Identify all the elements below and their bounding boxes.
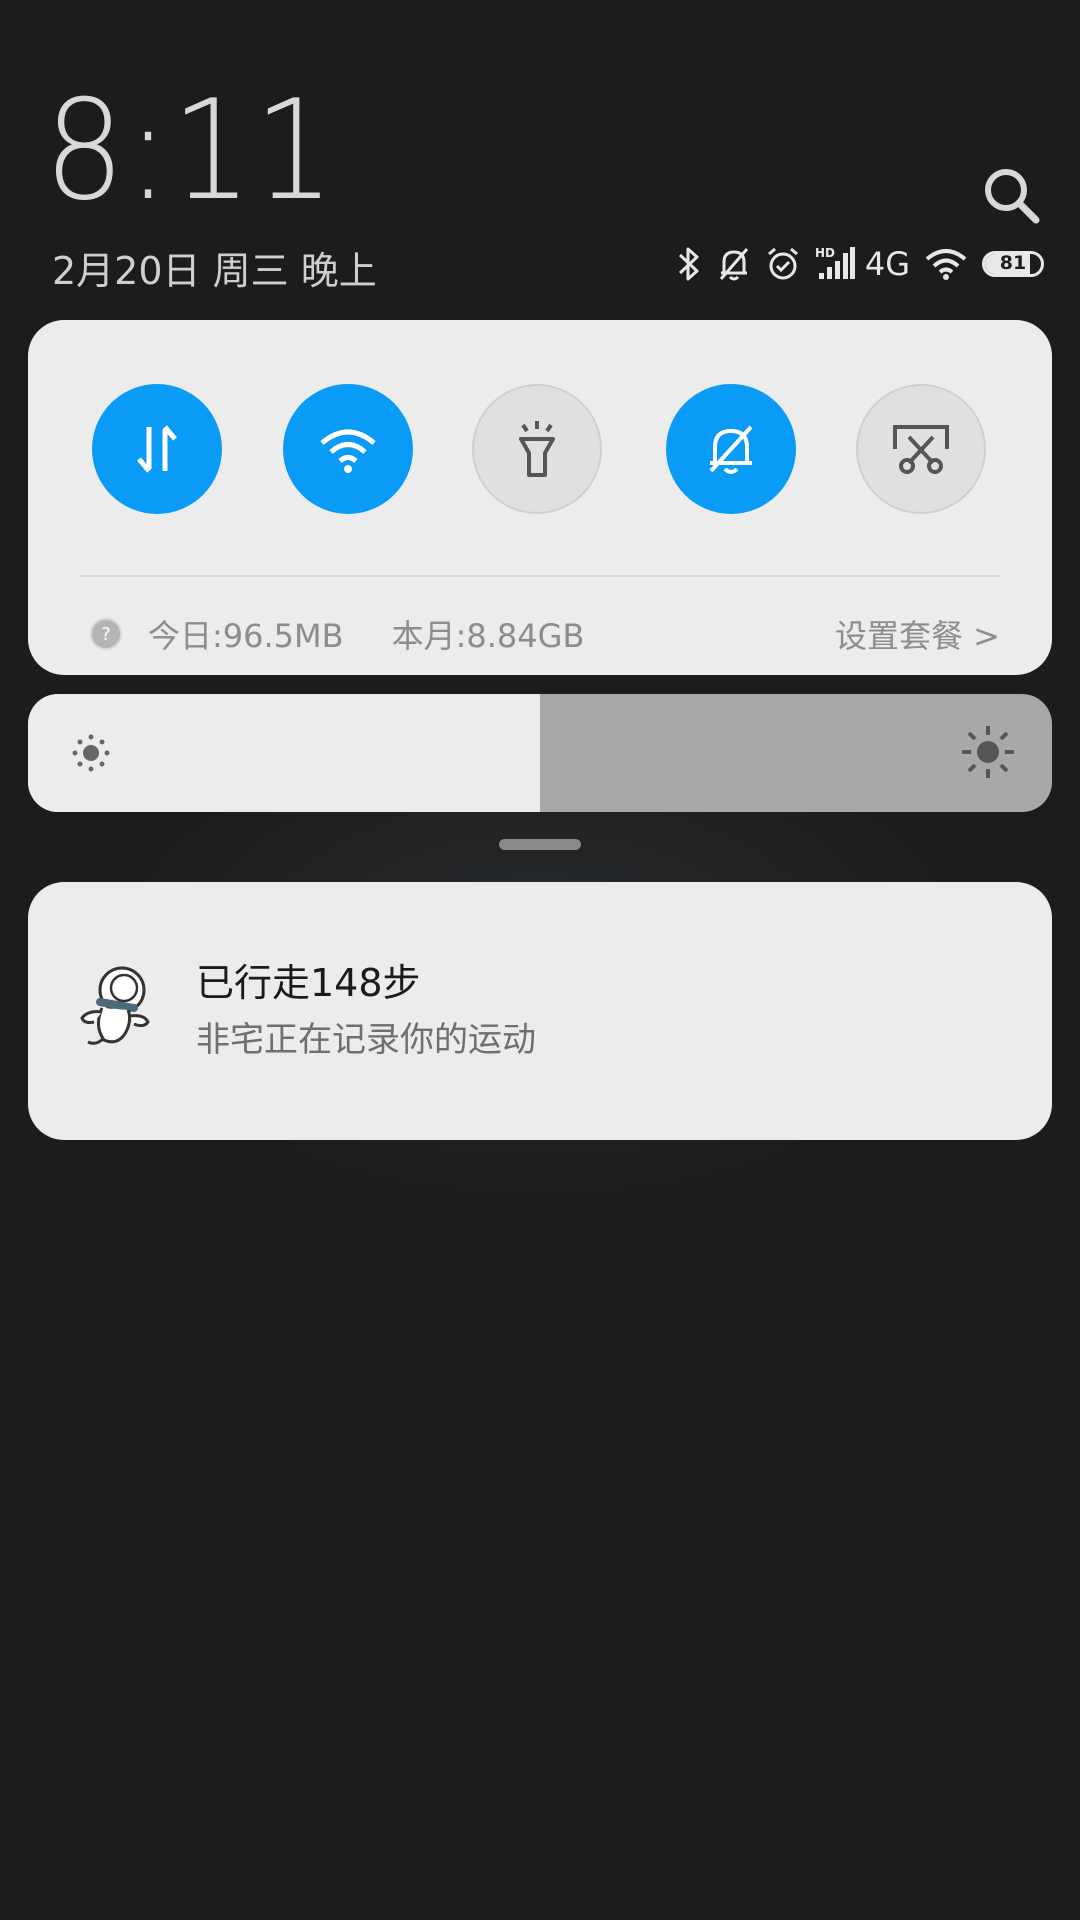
status-icons: HD 4G 81 — [675, 240, 1044, 288]
set-plan-link[interactable]: 设置套餐 > — [835, 611, 1000, 657]
search-icon — [985, 169, 1040, 224]
brightness-low-icon — [72, 734, 110, 772]
notification-title: 已行走148步 — [196, 961, 421, 1005]
search-button[interactable] — [980, 164, 1044, 228]
date-label: 2月20日 周三 晚上 — [52, 249, 377, 293]
mute-toggle[interactable] — [666, 384, 796, 514]
divider — [80, 575, 1000, 577]
wifi-toggle[interactable] — [283, 384, 413, 514]
hd-signal-icon: HD — [815, 246, 855, 279]
wifi-icon — [925, 249, 967, 280]
alarm-icon — [767, 247, 798, 280]
quick-settings-panel: ? 今日:96.5MB 本月:8.84GB 设置套餐 > — [28, 320, 1052, 675]
flashlight-toggle[interactable] — [472, 384, 602, 514]
wifi-icon — [320, 429, 376, 473]
astronaut-app-icon — [80, 966, 150, 1045]
drag-handle[interactable] — [499, 839, 581, 850]
network-type: 4G — [864, 245, 910, 283]
help-icon[interactable]: ? — [90, 618, 122, 650]
screenshot-icon — [893, 425, 949, 474]
data-usage-today: 今日:96.5MB — [148, 617, 344, 655]
mute-icon — [719, 248, 748, 281]
mobile-data-toggle[interactable] — [92, 384, 222, 514]
bell-off-icon — [709, 425, 753, 474]
notification-body: 非宅正在记录你的运动 — [196, 1020, 536, 1060]
data-usage-row: ? 今日:96.5MB 本月:8.84GB 设置套餐 > — [90, 606, 1000, 662]
data-transfer-icon — [137, 425, 177, 473]
flashlight-icon — [519, 421, 555, 477]
brightness-slider[interactable] — [28, 694, 1052, 812]
notification-card[interactable]: 已行走148步 非宅正在记录你的运动 — [28, 882, 1052, 1140]
clock: 8:11 — [44, 70, 337, 231]
bluetooth-icon — [678, 247, 699, 281]
svg-text:HD: HD — [815, 246, 835, 260]
brightness-high-icon — [962, 726, 1014, 778]
screenshot-toggle[interactable] — [856, 384, 986, 514]
notification-shade: 8:11 2月20日 周三 晚上 HD 4G 81 ? 今日:96.5MB 本月… — [0, 0, 1080, 1920]
battery-indicator: 81 — [982, 251, 1044, 277]
battery-percent: 81 — [999, 252, 1027, 274]
data-usage-month: 本月:8.84GB — [391, 617, 585, 655]
